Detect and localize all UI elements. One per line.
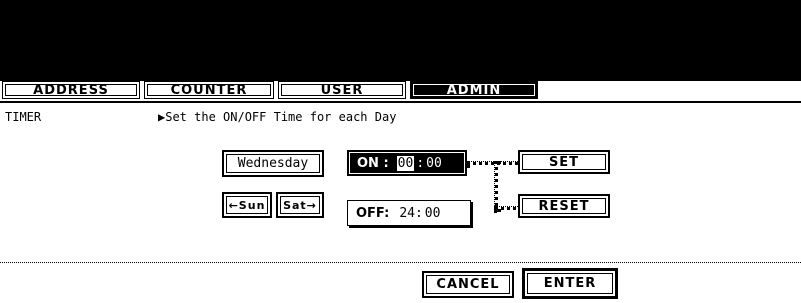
footer-divider [0, 262, 801, 263]
tab-bar: ADDRESS COUNTER USER ADMIN [0, 81, 801, 101]
tab-address[interactable]: ADDRESS [2, 81, 140, 99]
prev-day-button[interactable]: ←Sun [222, 192, 272, 218]
tab-underline [0, 101, 801, 103]
tab-counter[interactable]: COUNTER [144, 81, 274, 99]
cancel-button[interactable]: CANCEL [422, 271, 514, 298]
next-day-button[interactable]: Sat→ [276, 192, 324, 218]
tab-admin[interactable]: ADMIN [410, 81, 538, 99]
set-button[interactable]: SET [518, 150, 610, 174]
off-time-field[interactable]: OFF: 24 : 00 [347, 200, 471, 226]
on-sep: : [416, 155, 425, 171]
on-time-field[interactable]: ON : 00 : 00 [347, 150, 467, 176]
on-hours[interactable]: 00 [396, 155, 415, 171]
off-sep: : [414, 205, 423, 221]
off-label: OFF: [356, 205, 390, 221]
on-minutes[interactable]: 00 [426, 156, 442, 171]
off-hours[interactable]: 24 [399, 206, 415, 221]
instruction-text: ▶Set the ON/OFF Time for each Day [158, 110, 397, 124]
connector-vertical [494, 161, 498, 212]
tab-user[interactable]: USER [278, 81, 406, 99]
enter-button[interactable]: ENTER [522, 268, 618, 299]
on-label: ON : [357, 155, 389, 171]
day-display[interactable]: Wednesday [222, 150, 324, 177]
off-minutes[interactable]: 00 [425, 206, 441, 221]
section-title: TIMER [5, 110, 42, 124]
header-bar [0, 0, 801, 81]
reset-button[interactable]: RESET [518, 194, 610, 218]
